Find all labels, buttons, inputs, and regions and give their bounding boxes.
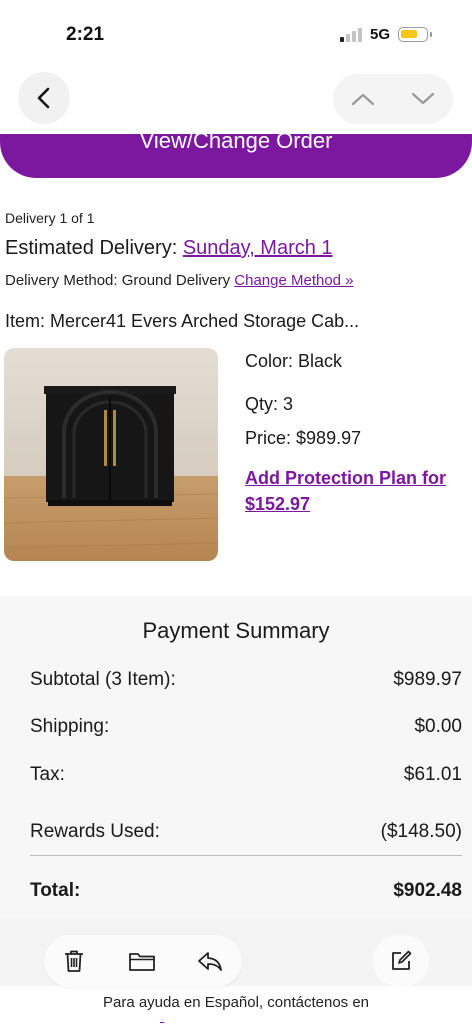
total-value: $902.48 [393,880,462,901]
reply-button[interactable] [182,935,238,987]
delivery-method-label: Delivery Method: Ground Delivery [5,272,231,289]
view-change-order-button[interactable]: View/Change Order [0,134,472,178]
shipping-label: Shipping: [30,716,110,737]
trash-icon [65,950,83,972]
mail-toolbar [0,918,472,987]
item-price: Price: $989.97 [245,428,361,449]
previous-message-button[interactable] [333,74,393,124]
rewards-value: ($148.50) [380,821,462,842]
tax-label: Tax: [30,764,65,785]
toolbar-actions [44,935,242,987]
chevron-up-icon [351,93,375,106]
payment-summary: Payment Summary Subtotal (3 Item): $989.… [0,596,472,926]
subtotal-value: $989.97 [393,669,462,690]
tax-value: $61.01 [403,764,462,785]
color-label: Color: [245,351,294,371]
reply-icon [198,952,222,971]
network-type: 5G [370,26,391,43]
estimated-delivery-label: Estimated Delivery: [5,237,178,259]
price-label: Price: [245,428,292,448]
view-change-order-label: View/Change Order [139,134,333,153]
storage-cabinet-illustration [4,348,218,561]
total-label: Total: [30,880,81,901]
item-label: Item: [5,311,46,331]
footer-link-cut[interactable] [160,1017,350,1024]
item-quantity: Qty: 3 [245,394,293,415]
divider [30,855,462,856]
rewards-label: Rewards Used: [30,821,160,842]
payment-summary-title: Payment Summary [142,618,330,643]
qty-value: 3 [283,394,294,414]
status-bar: 2:21 5G [0,0,472,60]
compose-icon [392,950,412,970]
item-name-row: Item: Mercer41 Evers Arched Storage Cab.… [5,311,472,332]
chevron-down-icon [411,92,435,105]
add-protection-plan-link[interactable]: Add Protection Plan for $152.97 [245,465,472,517]
delivery-method: Delivery Method: Ground Delivery Change … [5,272,354,289]
protection-line-2: $152.97 [245,494,311,514]
back-button[interactable] [18,72,70,124]
status-time: 2:21 [66,24,105,45]
compose-button[interactable] [373,935,429,987]
next-message-button[interactable] [393,74,453,124]
item-color: Color: Black [245,351,342,372]
battery-tip [430,32,432,37]
signal-icon [340,28,364,42]
subtotal-label: Subtotal (3 Item): [30,669,176,690]
estimated-delivery-date-link[interactable]: Sunday, March 1 [183,237,333,259]
product-image[interactable] [4,348,218,561]
qty-label: Qty: [245,394,279,414]
message-nav [333,74,453,124]
move-to-folder-button[interactable] [114,935,170,987]
chevron-left-icon [37,87,50,109]
footer-help-text: Para ayuda en Español, contáctenos en [102,994,370,1011]
nav-bar [0,70,472,126]
battery-icon [398,27,428,42]
folder-icon [129,953,155,971]
price-value: $989.97 [296,428,362,448]
protection-line-1: Add Protection Plan for [245,468,447,488]
delivery-count: Delivery 1 of 1 [5,210,95,226]
change-method-link[interactable]: Change Method » [234,272,353,289]
item-name: Mercer41 Evers Arched Storage Cab... [50,311,360,331]
estimated-delivery: Estimated Delivery: Sunday, March 1 [5,237,333,260]
shipping-value: $0.00 [414,716,462,737]
color-value: Black [298,351,343,371]
delete-button[interactable] [46,935,102,987]
